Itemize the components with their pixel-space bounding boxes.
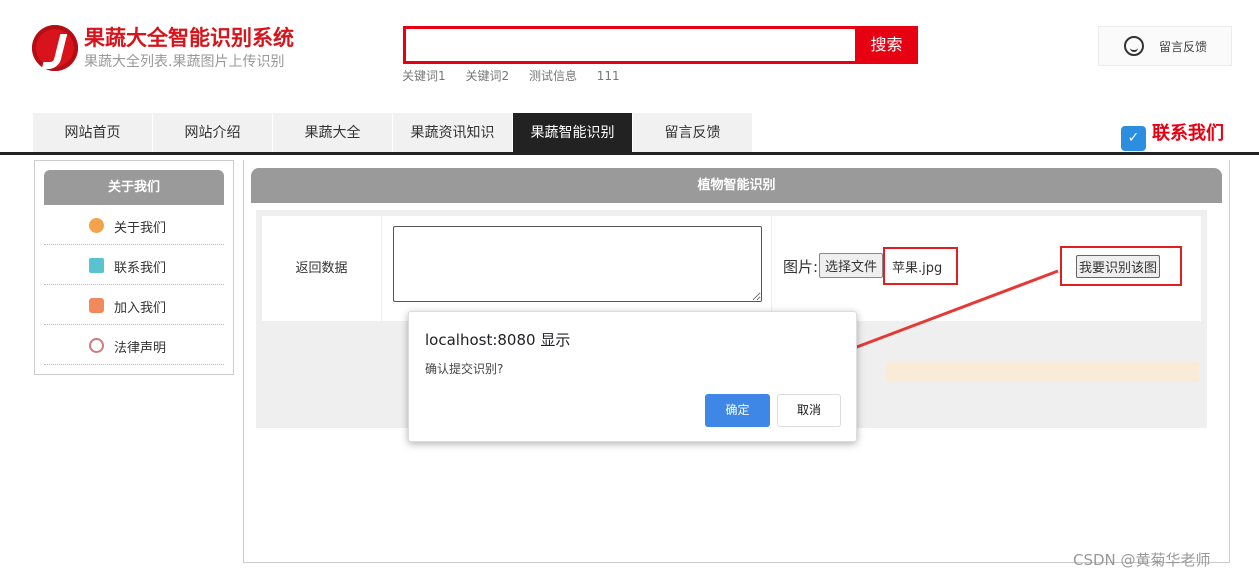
hot-keywords: 关键词1 关键词2 测试信息 111 bbox=[402, 67, 636, 84]
nav-news[interactable]: 果蔬资讯知识 bbox=[393, 113, 513, 153]
keyword-link[interactable]: 关键词1 bbox=[402, 69, 446, 83]
button-highlight-box bbox=[1060, 246, 1182, 286]
dialog-title: localhost:8080 显示 bbox=[425, 331, 571, 349]
search-input[interactable] bbox=[403, 26, 858, 64]
return-data-textarea[interactable] bbox=[393, 226, 762, 302]
site-subtitle: 果蔬大全列表.果蔬图片上传识别 bbox=[84, 54, 285, 70]
sidebar-item-legal[interactable]: 法律声明 bbox=[44, 325, 224, 365]
sidebar-item-about[interactable]: 关于我们 bbox=[44, 205, 224, 245]
main-nav: 网站首页 网站介绍 果蔬大全 果蔬资讯知识 果蔬智能识别 留言反馈 bbox=[33, 113, 753, 153]
sidebar-item-contact[interactable]: 联系我们 bbox=[44, 245, 224, 285]
site-logo-icon bbox=[32, 25, 78, 71]
keyword-link[interactable]: 关键词2 bbox=[465, 69, 509, 83]
nav-feedback[interactable]: 留言反馈 bbox=[633, 113, 753, 153]
keyword-link[interactable]: 111 bbox=[597, 69, 620, 83]
search-button[interactable]: 搜索 bbox=[855, 26, 918, 64]
feedback-link[interactable]: 留言反馈 bbox=[1098, 26, 1232, 66]
dialog-message: 确认提交识别? bbox=[425, 362, 504, 376]
about-icon bbox=[89, 218, 104, 233]
nav-home[interactable]: 网站首页 bbox=[33, 113, 153, 153]
file-highlight-box bbox=[883, 247, 958, 285]
power-icon bbox=[89, 338, 104, 353]
lock-icon bbox=[89, 298, 104, 313]
phone-icon: ✓ bbox=[1121, 126, 1146, 151]
nav-divider bbox=[0, 152, 1259, 155]
return-data-label: 返回数据 bbox=[262, 216, 382, 321]
panel-title: 植物智能识别 bbox=[251, 168, 1222, 203]
cancel-button[interactable]: 取消 bbox=[777, 394, 841, 427]
sidebar-item-label: 法律声明 bbox=[114, 341, 167, 356]
nav-intro[interactable]: 网站介绍 bbox=[153, 113, 273, 153]
recognition-form-row: 返回数据 图片: 选择文件 苹果.jpg 我要识别该图 bbox=[262, 216, 1201, 321]
customer-service-icon bbox=[1124, 36, 1144, 56]
sidebar-item-label: 联系我们 bbox=[114, 261, 167, 276]
keyword-link[interactable]: 测试信息 bbox=[529, 69, 577, 83]
clipboard-icon bbox=[89, 258, 104, 273]
nav-encyclopedia[interactable]: 果蔬大全 bbox=[273, 113, 393, 153]
confirm-dialog: localhost:8080 显示 确认提交识别? 确定 取消 bbox=[408, 311, 857, 442]
feedback-label: 留言反馈 bbox=[1159, 40, 1208, 54]
sidebar: 关于我们 关于我们 联系我们 加入我们 法律声明 bbox=[34, 160, 234, 375]
watermark: CSDN @黄菊华老师 bbox=[1073, 551, 1211, 569]
choose-file-button[interactable]: 选择文件 bbox=[819, 253, 884, 278]
sidebar-item-label: 加入我们 bbox=[114, 301, 167, 316]
contact-us-link[interactable]: ✓ 联系我们 bbox=[1121, 119, 1224, 151]
sidebar-item-join[interactable]: 加入我们 bbox=[44, 285, 224, 325]
contact-us-label: 联系我们 bbox=[1152, 123, 1224, 144]
site-title: 果蔬大全智能识别系统 bbox=[84, 26, 294, 50]
ok-button[interactable]: 确定 bbox=[705, 394, 770, 427]
sidebar-item-label: 关于我们 bbox=[114, 221, 167, 236]
return-data-cell bbox=[382, 216, 772, 321]
result-bar bbox=[885, 362, 1199, 382]
sidebar-title: 关于我们 bbox=[44, 170, 224, 205]
picture-label: 图片: bbox=[783, 258, 819, 276]
nav-recognition[interactable]: 果蔬智能识别 bbox=[513, 113, 633, 153]
